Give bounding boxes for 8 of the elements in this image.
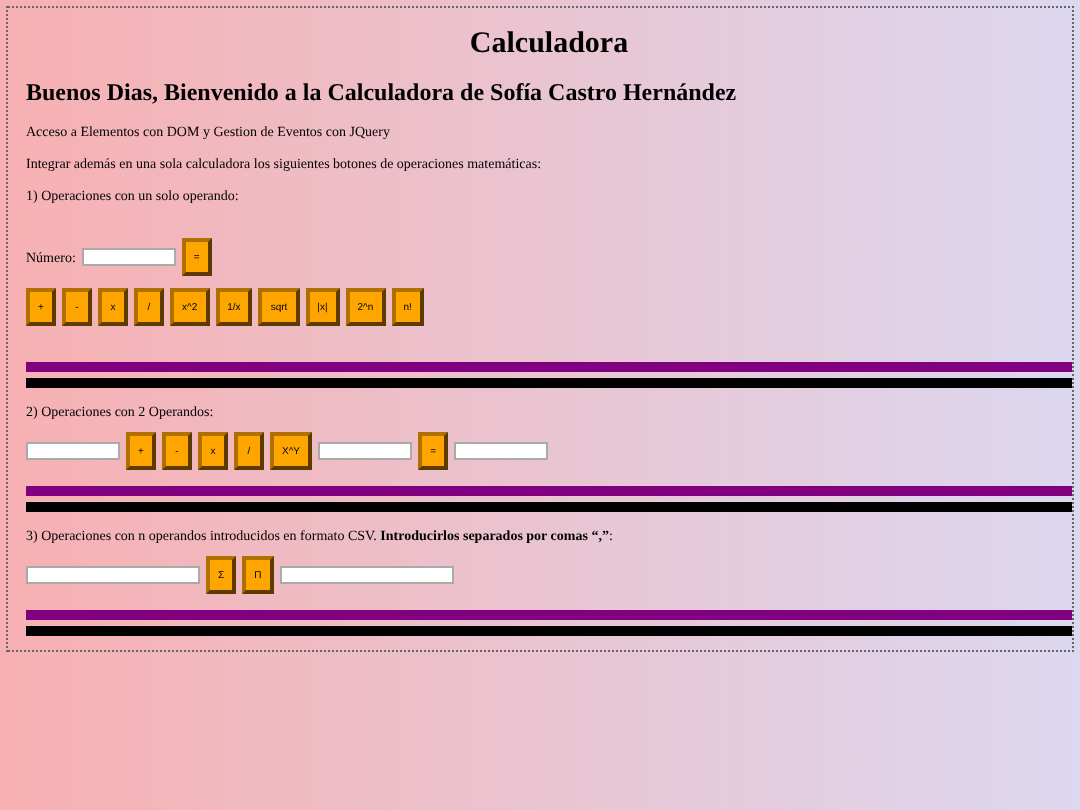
csv-field[interactable] bbox=[26, 566, 200, 584]
operand-field[interactable] bbox=[318, 442, 413, 460]
operand-field[interactable] bbox=[26, 442, 120, 460]
welcome-heading: Buenos Dias, Bienvenido a la Calculadora de Sofía Castro Hernández bbox=[26, 78, 739, 108]
result-field[interactable] bbox=[279, 566, 454, 584]
result-field[interactable] bbox=[454, 442, 549, 460]
number-field[interactable] bbox=[81, 248, 176, 266]
page-title: Calculadora bbox=[467, 26, 631, 62]
